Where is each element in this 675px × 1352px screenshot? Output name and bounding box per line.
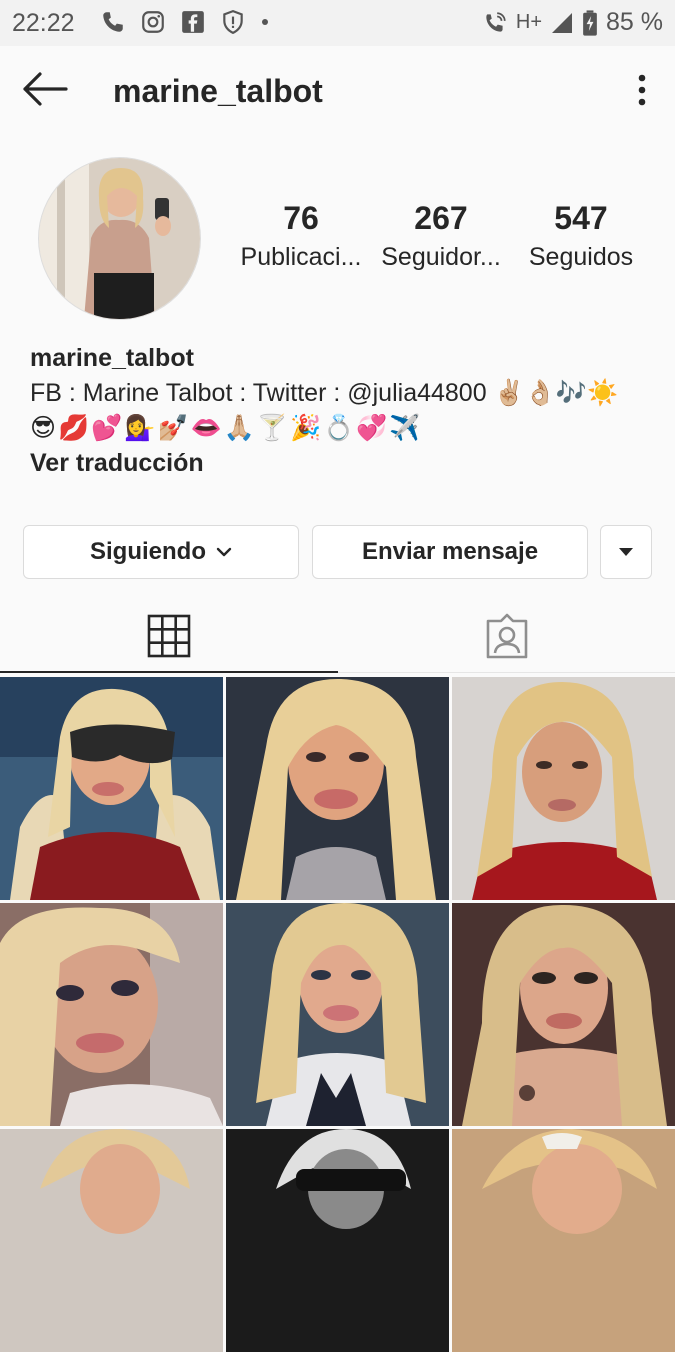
send-message-label: Enviar mensaje (361, 538, 539, 565)
post-thumbnail[interactable] (0, 677, 223, 900)
following-button-label: Siguiendo (90, 538, 206, 565)
bio-line-1: FB : Marine Talbot : Twitter : @julia448… (30, 379, 619, 407)
instagram-icon (142, 11, 164, 33)
post-thumbnail[interactable] (452, 1129, 675, 1352)
suggestions-dropdown-button[interactable] (600, 525, 652, 579)
status-time: 22:22 (12, 9, 75, 37)
tagged-user-icon (486, 613, 527, 659)
tab-posts-grid[interactable] (0, 600, 338, 672)
battery-icon (583, 9, 597, 36)
wifi-call-icon (486, 11, 506, 32)
back-arrow-icon[interactable] (22, 72, 68, 106)
avatar[interactable] (38, 157, 201, 320)
post-thumbnail[interactable] (226, 677, 449, 900)
active-tab-indicator (0, 671, 338, 673)
dot-icon (262, 19, 268, 25)
post-thumbnail[interactable] (0, 903, 223, 1126)
profile-name: marine_talbot (30, 344, 194, 372)
signal-icon (552, 12, 573, 33)
grid-icon (147, 614, 191, 658)
profile-bio: marine_talbot FB : Marine Talbot : Twitt… (30, 341, 650, 481)
posts-label: Publicaci... (240, 243, 362, 271)
following-label: Seguidos (528, 243, 634, 271)
following-count: 547 (554, 200, 608, 236)
tab-divider (338, 672, 675, 673)
posts-count: 76 (283, 200, 319, 236)
followers-stat[interactable]: 267 Seguidor... (380, 200, 502, 272)
post-thumbnail[interactable] (452, 903, 675, 1126)
followers-label: Seguidor... (381, 243, 501, 271)
status-notification-icons (100, 9, 270, 35)
battery-percent: 85 % (606, 8, 663, 36)
post-thumbnail[interactable] (0, 1129, 223, 1352)
bio-line-2: 😎💋💕💁‍♀️💅🏼👄🙏🏼🍸🎉💍💞✈️ (30, 414, 423, 442)
more-options-icon[interactable] (637, 74, 647, 106)
phone-icon (103, 12, 123, 32)
chevron-down-icon (216, 547, 232, 557)
posts-stat[interactable]: 76 Publicaci... (240, 200, 362, 272)
shield-icon (223, 10, 243, 35)
tab-tagged[interactable] (338, 600, 675, 672)
followers-count: 267 (414, 200, 468, 236)
see-translation-link[interactable]: Ver traducción (30, 446, 650, 481)
following-stat[interactable]: 547 Seguidos (520, 200, 642, 272)
facebook-icon (182, 11, 204, 33)
post-thumbnail[interactable] (226, 1129, 449, 1352)
caret-down-icon (619, 548, 633, 556)
status-bar: 22:22 H+ 85 % (0, 0, 675, 46)
status-system-icons: H+ 85 % (482, 8, 663, 37)
profile-header: marine_talbot (0, 46, 675, 138)
header-username: marine_talbot (113, 73, 323, 109)
following-button[interactable]: Siguiendo (23, 525, 299, 579)
network-type: H+ (515, 11, 543, 33)
post-thumbnail[interactable] (226, 903, 449, 1126)
post-thumbnail[interactable] (452, 677, 675, 900)
send-message-button[interactable]: Enviar mensaje (312, 525, 588, 579)
